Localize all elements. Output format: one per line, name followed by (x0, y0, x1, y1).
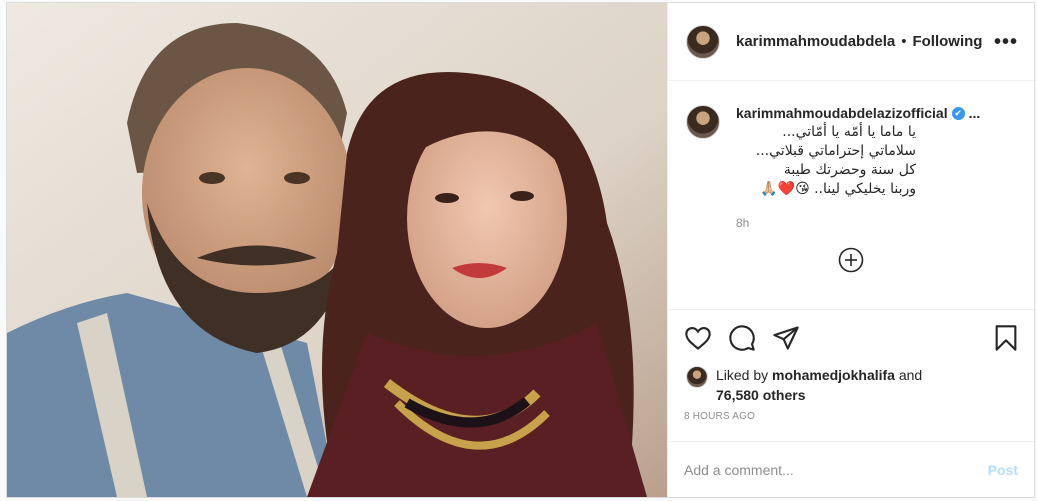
author-username-link[interactable]: karimmahmoudabdela (736, 33, 895, 50)
add-circle-icon[interactable] (838, 247, 864, 273)
post-header: karimmahmoudabdela • Following ••• (668, 3, 1034, 81)
caption-line: سلاماتي إحتراماتي قبلاتي... (755, 143, 916, 159)
comment-input[interactable] (684, 461, 988, 478)
liker-username-link[interactable]: mohamedjokhalifa (772, 367, 895, 383)
comment-bar: Post (668, 441, 1034, 497)
caption-username-link[interactable]: karimmahmoudabdelazizofficial (736, 105, 948, 121)
posted-time[interactable]: 8 HOURS AGO (668, 405, 1034, 427)
liker-avatar[interactable] (686, 366, 708, 388)
comment-button[interactable] (728, 324, 756, 352)
likes-summary: Liked by mohamedjokhalifa and 76,580 oth… (668, 365, 1034, 405)
post-comment-button[interactable]: Post (988, 462, 1018, 478)
caption-line: كل سنة وحضرتك طيبة (783, 162, 916, 178)
likes-text: Liked by mohamedjokhalifa and 76,580 oth… (716, 365, 922, 405)
post-photo[interactable] (7, 3, 667, 497)
caption-row: karimmahmoudabdelazizofficial ✔ ... يا م… (686, 105, 1018, 230)
caption-line: يا ماما يا أمّه يا أمّاتي... (782, 124, 916, 140)
likes-count-link[interactable]: 76,580 others (716, 387, 806, 403)
verified-icon: ✔ (951, 106, 965, 120)
caption-ellipsis: ... (968, 105, 981, 121)
likes-and: and (894, 367, 923, 383)
save-button[interactable] (992, 324, 1020, 352)
caption-body: karimmahmoudabdelazizofficial ✔ ... يا م… (736, 105, 1018, 230)
caption-text: يا ماما يا أمّه يا أمّاتي... سلاماتي إحت… (736, 123, 1018, 199)
caption-line: وربنا يخليكي لينا.. 😘❤️🙏🏼 (760, 181, 916, 197)
following-button[interactable]: Following (912, 33, 982, 50)
author-avatar[interactable] (686, 24, 720, 59)
likes-prefix: Liked by (716, 367, 773, 383)
heart-icon (685, 326, 711, 350)
share-icon (773, 325, 799, 350)
caption-user-line: karimmahmoudabdelazizofficial ✔ ... (736, 105, 1018, 121)
caption-avatar[interactable] (686, 105, 720, 139)
bookmark-icon (995, 324, 1017, 351)
post-card: karimmahmoudabdela • Following ••• karim… (6, 2, 1035, 498)
more-options-icon[interactable]: ••• (994, 32, 1018, 52)
caption-time[interactable]: 8h (736, 216, 1018, 230)
post-side-panel: karimmahmoudabdela • Following ••• karim… (667, 3, 1034, 497)
caption-area: karimmahmoudabdelazizofficial ✔ ... يا م… (668, 81, 1034, 309)
photo-illustration (7, 3, 667, 497)
action-bar (668, 309, 1034, 365)
header-separator: • (901, 33, 907, 50)
comment-icon (729, 324, 755, 351)
like-button[interactable] (684, 324, 712, 352)
share-button[interactable] (772, 324, 800, 352)
